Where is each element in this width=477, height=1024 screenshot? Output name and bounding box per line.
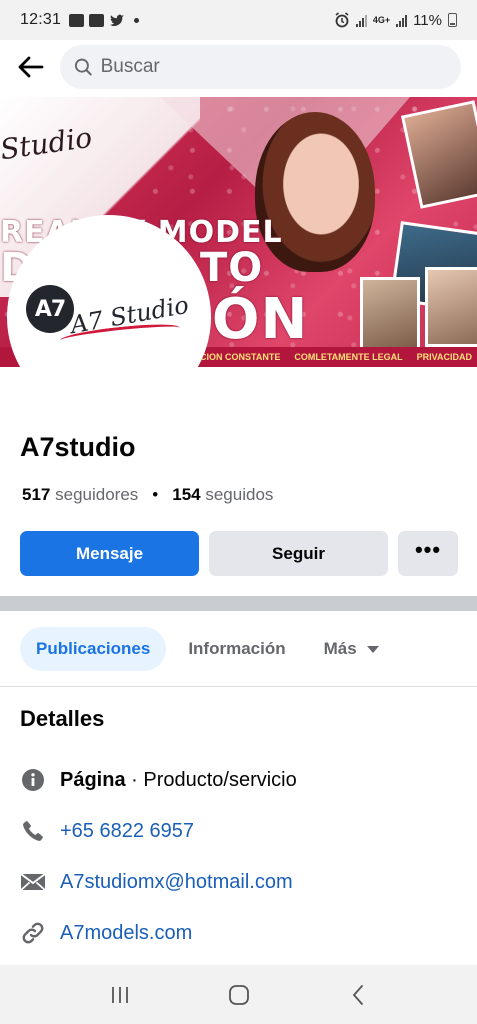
detail-phone[interactable]: +65 6822 6957 <box>20 816 194 846</box>
status-time: 12:31 <box>20 11 62 28</box>
a7-studio-logo: A7 A7 Studio <box>24 277 194 357</box>
page-label: Página <box>60 768 126 791</box>
tab-mas-label: Más <box>323 639 357 658</box>
profile-tabs: Publicaciones Información Más <box>20 627 395 671</box>
category-value: · Producto/servicio <box>125 768 297 791</box>
detail-category: Página · Producto/servicio <box>20 765 297 795</box>
cover-title-line2b: TO <box>200 245 264 291</box>
email-link[interactable]: A7studiomx@hotmail.com <box>60 871 293 894</box>
system-nav-bar <box>0 965 477 1024</box>
page-title: A7studio <box>20 432 136 462</box>
home-button[interactable] <box>219 975 259 1015</box>
cover-inset-photo-3 <box>360 277 420 352</box>
cover-strip-item: PRIVACIDAD <box>416 352 473 362</box>
follow-button[interactable]: Seguir <box>209 531 388 576</box>
profile-picture[interactable]: A7 A7 Studio <box>10 218 208 416</box>
detail-email[interactable]: A7studiomx@hotmail.com <box>20 867 293 897</box>
details-heading: Detalles <box>20 706 105 731</box>
followers-label: seguidores <box>55 485 139 504</box>
section-divider <box>0 596 477 611</box>
website-link[interactable]: A7models.com <box>60 922 192 945</box>
notification-icons <box>69 13 140 27</box>
alarm-icon <box>335 12 349 28</box>
back-button[interactable] <box>16 52 46 82</box>
more-options-button[interactable]: ••• <box>398 531 458 576</box>
twitter-icon <box>110 14 125 26</box>
cover-strip-item: CION CONSTANTE <box>200 352 281 362</box>
message-button[interactable]: Mensaje <box>20 531 199 576</box>
network-type: 4G+ <box>372 15 391 25</box>
nav-back-icon <box>352 984 363 1005</box>
search-icon <box>74 58 92 76</box>
followers-count: 517 <box>22 485 51 504</box>
following-stat[interactable]: 154 seguidos <box>172 485 273 505</box>
cover-strip-item: COMLETAMENTE LEGAL <box>294 352 403 362</box>
more-notifications-dot <box>134 17 140 23</box>
home-icon <box>228 984 249 1005</box>
top-header <box>0 40 477 94</box>
detail-website[interactable]: A7models.com <box>20 918 192 948</box>
phone-icon <box>20 818 46 844</box>
status-bar: 12:31 4G+ 11% <box>0 0 477 40</box>
link-icon <box>20 920 46 946</box>
phone-link[interactable]: +65 6822 6957 <box>60 820 194 843</box>
cover-inset-photo-4 <box>425 267 477 347</box>
search-input[interactable] <box>100 56 447 78</box>
following-label: seguidos <box>205 485 274 504</box>
battery-icon <box>448 13 457 27</box>
signal-icon-2 <box>396 14 408 27</box>
battery-percent: 11% <box>413 11 442 29</box>
status-right: 4G+ 11% <box>334 12 457 29</box>
follow-stats: 517 seguidores • 154 seguidos <box>22 485 273 505</box>
nav-back-button[interactable] <box>338 975 378 1015</box>
tabs-divider <box>0 686 477 687</box>
info-icon <box>20 767 46 793</box>
mail-icon <box>20 869 46 895</box>
caret-down-icon <box>366 645 379 653</box>
followers-stat[interactable]: 517 seguidores <box>22 485 138 505</box>
signal-icon <box>355 14 367 27</box>
following-count: 154 <box>172 485 201 504</box>
stats-separator: • <box>152 485 159 504</box>
profile-actions: Mensaje Seguir ••• <box>20 531 458 576</box>
voicemail-icon <box>69 13 85 27</box>
recents-icon <box>111 986 128 1003</box>
tab-publicaciones[interactable]: Publicaciones <box>20 627 167 671</box>
tab-informacion[interactable]: Información <box>172 627 301 671</box>
back-arrow-icon <box>18 56 44 78</box>
gallery-icon <box>89 13 105 27</box>
tab-mas[interactable]: Más <box>308 627 395 671</box>
recents-button[interactable] <box>100 975 140 1015</box>
logo-mark: A7 <box>26 285 74 333</box>
category-text: Página · Producto/servicio <box>60 769 297 792</box>
search-bar[interactable] <box>60 45 461 89</box>
